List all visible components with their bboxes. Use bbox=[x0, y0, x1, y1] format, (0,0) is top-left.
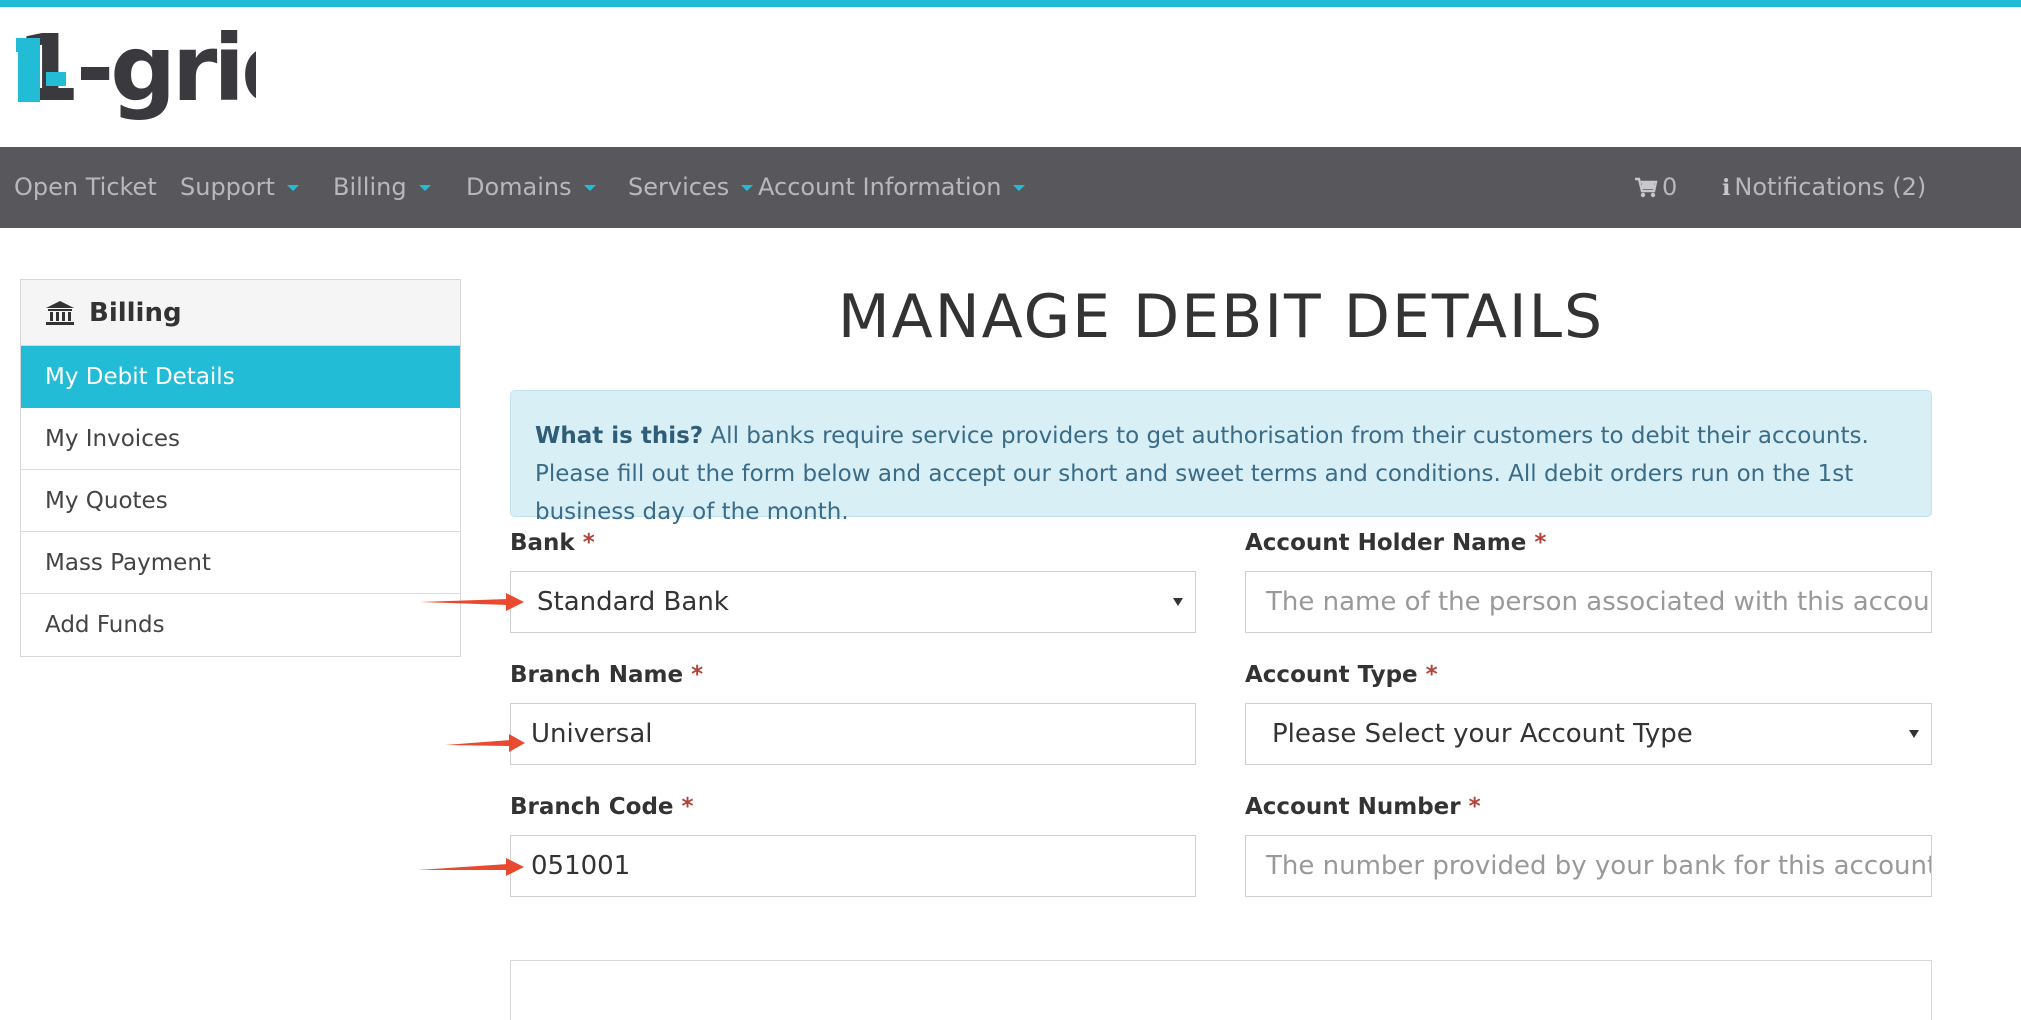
terms-box bbox=[510, 960, 1932, 1020]
account-type-select-value: Please Select your Account Type bbox=[1272, 719, 1693, 749]
brand-logo[interactable]: 1-grid bbox=[16, 24, 256, 130]
nav-open-ticket[interactable]: Open Ticket bbox=[14, 147, 157, 228]
chevron-down-icon bbox=[1013, 185, 1026, 191]
bank-select-value: Standard Bank bbox=[537, 587, 729, 617]
cart-icon bbox=[1635, 177, 1658, 198]
chevron-down-icon bbox=[286, 185, 299, 191]
nav-support-label: Support bbox=[180, 173, 275, 201]
branch-name-label-text: Branch Name bbox=[510, 662, 684, 688]
nav-support[interactable]: Support bbox=[180, 147, 299, 228]
billing-sidebar: Billing My Debit Details My Invoices My … bbox=[20, 279, 461, 657]
logo-accent-dash bbox=[46, 72, 66, 86]
nav-notifications[interactable]: i Notifications (2) bbox=[1722, 147, 1926, 228]
main-navbar: Open Ticket Support Billing Domains Serv… bbox=[0, 147, 2021, 228]
nav-billing[interactable]: Billing bbox=[333, 147, 431, 228]
sidebar-item-label: My Quotes bbox=[45, 487, 168, 514]
info-icon: i bbox=[1722, 175, 1731, 201]
bank-label-text: Bank bbox=[510, 530, 575, 556]
branch-name-value: Universal bbox=[531, 719, 653, 749]
bank-icon bbox=[45, 300, 75, 326]
sidebar-item-label: My Debit Details bbox=[45, 363, 235, 390]
account-type-label-text: Account Type bbox=[1245, 662, 1418, 688]
chevron-down-icon bbox=[741, 185, 754, 191]
chevron-down-icon bbox=[583, 185, 596, 191]
dropdown-arrow-icon bbox=[1909, 730, 1919, 738]
required-marker: * bbox=[1534, 530, 1547, 556]
nav-account-information[interactable]: Account Information bbox=[758, 147, 1026, 228]
required-marker: * bbox=[582, 530, 595, 556]
sidebar-item-label: Add Funds bbox=[45, 612, 165, 638]
sidebar-title: Billing bbox=[89, 297, 182, 328]
branch-name-label: Branch Name * bbox=[510, 662, 703, 688]
nav-account-information-label: Account Information bbox=[758, 173, 1002, 201]
info-alert: What is this? All banks require service … bbox=[510, 390, 1932, 525]
account-holder-label: Account Holder Name * bbox=[1245, 530, 1546, 556]
annotation-arrow-bank bbox=[420, 593, 524, 611]
info-heading: What is this? bbox=[535, 423, 704, 449]
account-holder-placeholder: The name of the person associated with t… bbox=[1266, 587, 1931, 617]
account-type-select[interactable]: Please Select your Account Type bbox=[1245, 703, 1932, 765]
nav-services[interactable]: Services bbox=[628, 147, 754, 228]
cart-count: 0 bbox=[1662, 173, 1678, 201]
nav-billing-label: Billing bbox=[333, 173, 407, 201]
nav-cart[interactable]: 0 bbox=[1634, 147, 1677, 228]
logo-accent-head bbox=[16, 38, 30, 52]
required-marker: * bbox=[1425, 662, 1438, 688]
branch-name-input[interactable]: Universal bbox=[510, 703, 1196, 765]
annotation-arrow-branch-name bbox=[445, 734, 525, 752]
sidebar-header: Billing bbox=[21, 280, 460, 346]
account-number-label: Account Number * bbox=[1245, 794, 1481, 820]
annotation-arrow-branch-code bbox=[418, 858, 524, 876]
sidebar-item-add-funds[interactable]: Add Funds bbox=[21, 594, 460, 656]
required-marker: * bbox=[691, 662, 704, 688]
branch-code-input[interactable]: 051001 bbox=[510, 835, 1196, 897]
sidebar-item-label: My Invoices bbox=[45, 425, 180, 452]
bank-select[interactable]: Standard Bank bbox=[510, 571, 1196, 633]
sidebar-item-mass-payment[interactable]: Mass Payment bbox=[21, 532, 460, 594]
info-text: All banks require service providers to g… bbox=[535, 423, 1869, 525]
account-type-label: Account Type * bbox=[1245, 662, 1438, 688]
nav-open-ticket-label: Open Ticket bbox=[14, 173, 157, 201]
nav-domains-label: Domains bbox=[466, 173, 572, 201]
branch-code-label: Branch Code * bbox=[510, 794, 694, 820]
sidebar-item-label: Mass Payment bbox=[45, 549, 211, 576]
account-holder-label-text: Account Holder Name bbox=[1245, 530, 1527, 556]
required-marker: * bbox=[1468, 794, 1481, 820]
account-holder-input[interactable]: The name of the person associated with t… bbox=[1245, 571, 1932, 633]
nav-domains[interactable]: Domains bbox=[466, 147, 596, 228]
account-number-placeholder: The number provided by your bank for thi… bbox=[1266, 851, 1931, 881]
page-title: MANAGE DEBIT DETAILS bbox=[837, 282, 1605, 352]
chevron-down-icon bbox=[418, 185, 431, 191]
sidebar-item-my-quotes[interactable]: My Quotes bbox=[21, 470, 460, 532]
branch-code-label-text: Branch Code bbox=[510, 794, 674, 820]
sidebar-item-my-invoices[interactable]: My Invoices bbox=[21, 408, 460, 470]
nav-notifications-label: Notifications (2) bbox=[1734, 173, 1927, 201]
sidebar-item-my-debit-details[interactable]: My Debit Details bbox=[21, 346, 460, 408]
bank-label: Bank * bbox=[510, 530, 595, 556]
dropdown-arrow-icon bbox=[1173, 598, 1183, 606]
account-number-label-text: Account Number bbox=[1245, 794, 1461, 820]
account-number-input[interactable]: The number provided by your bank for thi… bbox=[1245, 835, 1932, 897]
branch-code-value: 051001 bbox=[531, 851, 631, 881]
required-marker: * bbox=[681, 794, 694, 820]
nav-services-label: Services bbox=[628, 173, 730, 201]
top-accent-stripe bbox=[0, 0, 2021, 7]
